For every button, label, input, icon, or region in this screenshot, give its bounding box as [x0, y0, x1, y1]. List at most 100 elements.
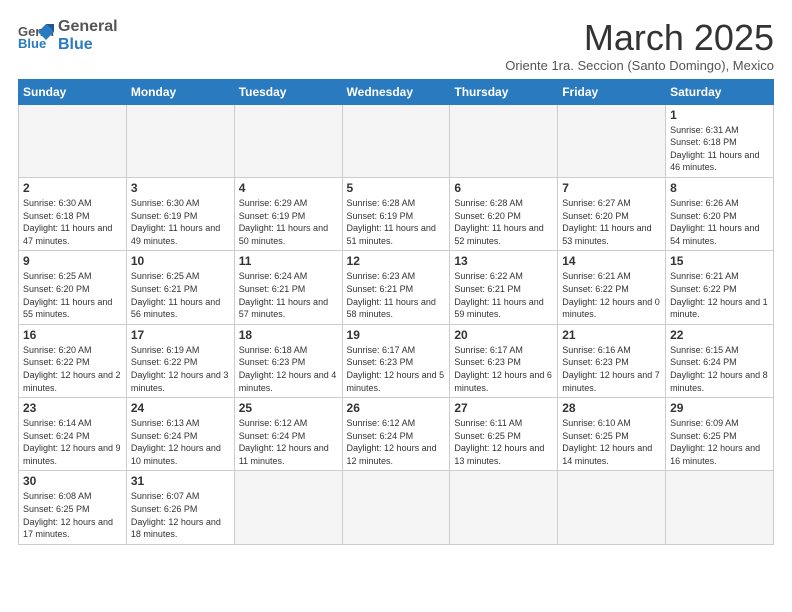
week-row-6: 30Sunrise: 6:08 AM Sunset: 6:25 PM Dayli…: [19, 471, 774, 544]
subtitle: Oriente 1ra. Seccion (Santo Domingo), Me…: [505, 58, 774, 73]
col-wednesday: Wednesday: [342, 79, 450, 104]
day-info: Sunrise: 6:23 AM Sunset: 6:21 PM Dayligh…: [347, 270, 446, 320]
day-info: Sunrise: 6:24 AM Sunset: 6:21 PM Dayligh…: [239, 270, 338, 320]
day-cell: 23 Sunrise: 6:14 AM Sunset: 6:24 PM Dayli…: [19, 398, 127, 471]
day-number: 23: [23, 401, 122, 415]
day-cell: 6Sunrise: 6:28 AM Sunset: 6:20 PM Daylig…: [450, 177, 558, 250]
day-cell: 29 Sunrise: 6:09 AM Sunset: 6:25 PM Dayli…: [666, 398, 774, 471]
month-title: March 2025: [505, 18, 774, 58]
day-cell: 5 Sunrise: 6:28 AM Sunset: 6:19 PM Daylig…: [342, 177, 450, 250]
day-info: Sunrise: 6:25 AM Sunset: 6:21 PM Dayligh…: [131, 270, 230, 320]
day-cell: [558, 104, 666, 177]
day-info: Sunrise: 6:14 AM Sunset: 6:24 PM Dayligh…: [23, 417, 122, 467]
day-info: Sunrise: 6:26 AM Sunset: 6:20 PM Dayligh…: [670, 197, 769, 247]
day-number: 19: [347, 328, 446, 342]
day-info: Sunrise: 6:28 AM Sunset: 6:20 PM Dayligh…: [454, 197, 553, 247]
calendar-header: Sunday Monday Tuesday Wednesday Thursday…: [19, 79, 774, 104]
day-info: Sunrise: 6:22 AM Sunset: 6:21 PM Dayligh…: [454, 270, 553, 320]
day-cell: [19, 104, 127, 177]
day-cell: 26 Sunrise: 6:12 AM Sunset: 6:24 PM Dayli…: [342, 398, 450, 471]
header-row: Sunday Monday Tuesday Wednesday Thursday…: [19, 79, 774, 104]
day-number: 7: [562, 181, 661, 195]
day-cell: [450, 104, 558, 177]
day-info: Sunrise: 6:21 AM Sunset: 6:22 PM Dayligh…: [670, 270, 769, 320]
day-cell: 19Sunrise: 6:17 AM Sunset: 6:23 PM Dayli…: [342, 324, 450, 397]
day-number: 9: [23, 254, 122, 268]
col-friday: Friday: [558, 79, 666, 104]
day-cell: 25Sunrise: 6:12 AM Sunset: 6:24 PM Dayli…: [234, 398, 342, 471]
day-info: Sunrise: 6:13 AM Sunset: 6:24 PM Dayligh…: [131, 417, 230, 467]
day-cell: 31Sunrise: 6:07 AM Sunset: 6:26 PM Dayli…: [126, 471, 234, 544]
day-info: Sunrise: 6:07 AM Sunset: 6:26 PM Dayligh…: [131, 490, 230, 540]
logo-icon: General Blue: [18, 22, 54, 50]
week-row-2: 2Sunrise: 6:30 AM Sunset: 6:18 PM Daylig…: [19, 177, 774, 250]
day-info: Sunrise: 6:11 AM Sunset: 6:25 PM Dayligh…: [454, 417, 553, 467]
title-area: March 2025 Oriente 1ra. Seccion (Santo D…: [505, 18, 774, 73]
svg-text:Blue: Blue: [18, 36, 46, 50]
day-number: 29: [670, 401, 769, 415]
day-number: 22: [670, 328, 769, 342]
day-cell: [342, 104, 450, 177]
day-cell: [666, 471, 774, 544]
day-number: 16: [23, 328, 122, 342]
day-info: Sunrise: 6:12 AM Sunset: 6:24 PM Dayligh…: [347, 417, 446, 467]
day-info: Sunrise: 6:25 AM Sunset: 6:20 PM Dayligh…: [23, 270, 122, 320]
logo: General Blue General Blue: [18, 18, 118, 55]
day-number: 24: [131, 401, 230, 415]
col-sunday: Sunday: [19, 79, 127, 104]
day-cell: 16 Sunrise: 6:20 AM Sunset: 6:22 PM Dayli…: [19, 324, 127, 397]
week-row-5: 23 Sunrise: 6:14 AM Sunset: 6:24 PM Dayli…: [19, 398, 774, 471]
col-monday: Monday: [126, 79, 234, 104]
day-info: Sunrise: 6:30 AM Sunset: 6:19 PM Dayligh…: [131, 197, 230, 247]
day-number: 26: [347, 401, 446, 415]
day-number: 25: [239, 401, 338, 415]
day-info: Sunrise: 6:09 AM Sunset: 6:25 PM Dayligh…: [670, 417, 769, 467]
day-cell: 15 Sunrise: 6:21 AM Sunset: 6:22 PM Dayli…: [666, 251, 774, 324]
day-cell: [342, 471, 450, 544]
day-number: 5: [347, 181, 446, 195]
day-info: Sunrise: 6:21 AM Sunset: 6:22 PM Dayligh…: [562, 270, 661, 320]
header: General Blue General Blue March 2025 Ori…: [18, 18, 774, 73]
day-cell: 13Sunrise: 6:22 AM Sunset: 6:21 PM Dayli…: [450, 251, 558, 324]
col-saturday: Saturday: [666, 79, 774, 104]
day-info: Sunrise: 6:31 AM Sunset: 6:18 PM Dayligh…: [670, 124, 769, 174]
day-cell: 12 Sunrise: 6:23 AM Sunset: 6:21 PM Dayli…: [342, 251, 450, 324]
day-cell: 24 Sunrise: 6:13 AM Sunset: 6:24 PM Dayli…: [126, 398, 234, 471]
day-cell: [126, 104, 234, 177]
day-cell: 3Sunrise: 6:30 AM Sunset: 6:19 PM Daylig…: [126, 177, 234, 250]
day-number: 4: [239, 181, 338, 195]
logo-blue: Blue: [58, 36, 118, 54]
week-row-1: 1 Sunrise: 6:31 AM Sunset: 6:18 PM Daylig…: [19, 104, 774, 177]
day-number: 1: [670, 108, 769, 122]
day-info: Sunrise: 6:20 AM Sunset: 6:22 PM Dayligh…: [23, 344, 122, 394]
day-number: 30: [23, 474, 122, 488]
day-cell: 11Sunrise: 6:24 AM Sunset: 6:21 PM Dayli…: [234, 251, 342, 324]
day-cell: 20 Sunrise: 6:17 AM Sunset: 6:23 PM Dayli…: [450, 324, 558, 397]
day-cell: 1 Sunrise: 6:31 AM Sunset: 6:18 PM Daylig…: [666, 104, 774, 177]
calendar-body: 1 Sunrise: 6:31 AM Sunset: 6:18 PM Daylig…: [19, 104, 774, 544]
day-info: Sunrise: 6:28 AM Sunset: 6:19 PM Dayligh…: [347, 197, 446, 247]
day-info: Sunrise: 6:15 AM Sunset: 6:24 PM Dayligh…: [670, 344, 769, 394]
day-info: Sunrise: 6:19 AM Sunset: 6:22 PM Dayligh…: [131, 344, 230, 394]
logo-general: General: [58, 18, 118, 36]
day-cell: 21Sunrise: 6:16 AM Sunset: 6:23 PM Dayli…: [558, 324, 666, 397]
day-cell: 30Sunrise: 6:08 AM Sunset: 6:25 PM Dayli…: [19, 471, 127, 544]
day-number: 15: [670, 254, 769, 268]
day-number: 10: [131, 254, 230, 268]
day-info: Sunrise: 6:29 AM Sunset: 6:19 PM Dayligh…: [239, 197, 338, 247]
day-cell: [558, 471, 666, 544]
day-cell: 27Sunrise: 6:11 AM Sunset: 6:25 PM Dayli…: [450, 398, 558, 471]
day-cell: 2Sunrise: 6:30 AM Sunset: 6:18 PM Daylig…: [19, 177, 127, 250]
day-number: 17: [131, 328, 230, 342]
day-number: 21: [562, 328, 661, 342]
day-number: 20: [454, 328, 553, 342]
day-cell: 8Sunrise: 6:26 AM Sunset: 6:20 PM Daylig…: [666, 177, 774, 250]
day-number: 12: [347, 254, 446, 268]
day-number: 14: [562, 254, 661, 268]
day-cell: 4 Sunrise: 6:29 AM Sunset: 6:19 PM Daylig…: [234, 177, 342, 250]
week-row-3: 9 Sunrise: 6:25 AM Sunset: 6:20 PM Daylig…: [19, 251, 774, 324]
day-info: Sunrise: 6:17 AM Sunset: 6:23 PM Dayligh…: [454, 344, 553, 394]
day-cell: 14 Sunrise: 6:21 AM Sunset: 6:22 PM Dayli…: [558, 251, 666, 324]
day-number: 2: [23, 181, 122, 195]
day-cell: 17 Sunrise: 6:19 AM Sunset: 6:22 PM Dayli…: [126, 324, 234, 397]
